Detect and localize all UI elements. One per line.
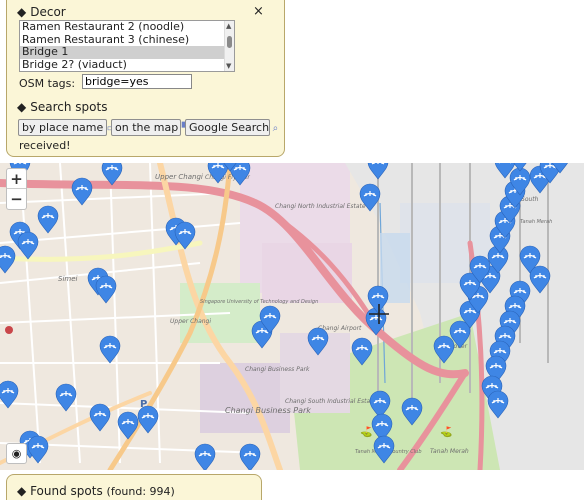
on-map-label: on the map — [115, 121, 179, 134]
map-label: Changi South Industrial Estate — [285, 398, 377, 405]
list-item-selected[interactable]: Bridge 1 — [20, 45, 234, 59]
close-icon[interactable]: × — [253, 4, 264, 19]
on-the-map-button[interactable]: on the map ▚ — [111, 119, 189, 136]
by-place-label: by place name — [22, 121, 104, 134]
map-label: Upper Changi — [170, 318, 211, 325]
scroll-up-icon[interactable]: ▲ — [226, 22, 231, 30]
parking-icon: P — [140, 399, 147, 410]
zoom-control: + − — [6, 168, 27, 210]
poi-icon — [5, 326, 13, 334]
map-label: Changi Business Park — [245, 366, 310, 373]
golf-icon: ⛳ — [440, 425, 452, 438]
found-title-text: Found spots — [30, 484, 103, 498]
locate-button[interactable]: ◉ — [6, 443, 27, 464]
found-spots-panel: ◆ Found spots (found: 994) — [6, 474, 262, 500]
diamond-icon: ◆ — [17, 484, 27, 498]
found-count: (found: 994) — [106, 485, 175, 498]
diamond-icon: ◆ — [17, 5, 27, 19]
listbox-scrollbar[interactable]: ▲ ▼ — [224, 21, 234, 71]
map-label: Tanah Merah — [520, 219, 552, 225]
map-label: Changi Business Park — [225, 406, 311, 415]
map-view[interactable]: Upper Changi Changi Flyover Changi North… — [0, 163, 584, 470]
search-title-text: Search spots — [30, 100, 108, 114]
zoom-in-button[interactable]: + — [7, 169, 26, 189]
diamond-icon: ◆ — [17, 100, 27, 114]
osm-tags-input[interactable] — [82, 74, 192, 89]
decor-panel: ◆ Decor × Ramen Restaurant 2 (noodle) Ram… — [6, 0, 285, 157]
map-label: Upper Changi — [155, 173, 203, 181]
search-spots-title: ◆ Search spots — [17, 100, 107, 114]
scrollbar-thumb[interactable] — [227, 36, 232, 48]
decor-listbox[interactable]: Ramen Restaurant 2 (noodle) Ramen Restau… — [19, 20, 235, 72]
map-label: Tanah Merah — [430, 448, 469, 455]
map-label: Simei — [58, 275, 78, 283]
golf-icon: ⛳ — [360, 425, 372, 438]
decor-title: ◆ Decor — [17, 5, 66, 19]
magnifier-icon: ⌕ — [272, 123, 279, 134]
found-spots-title: ◆ Found spots (found: 994) — [17, 484, 175, 498]
map-label: Singapore University of Technology and D… — [200, 299, 318, 305]
zoom-out-button[interactable]: − — [7, 189, 26, 209]
map-label: Changi North Industrial Estate — [275, 203, 366, 210]
map-canvas[interactable]: Upper Changi Changi Flyover Changi North… — [0, 163, 584, 470]
google-label: Google Search — [189, 121, 270, 134]
by-place-name-button[interactable]: by place name ▭ — [18, 119, 116, 136]
google-search-button[interactable]: Google Search ⌕ — [185, 119, 278, 136]
osm-tags-label: OSM tags: — [19, 77, 76, 90]
scroll-down-icon[interactable]: ▼ — [226, 62, 231, 70]
list-item[interactable]: Ramen Restaurant 2 (noodle) — [20, 21, 234, 34]
list-item[interactable]: Bridge 2? (viaduct) — [20, 58, 234, 72]
status-text: received! — [19, 139, 71, 152]
decor-title-text: Decor — [30, 5, 66, 19]
